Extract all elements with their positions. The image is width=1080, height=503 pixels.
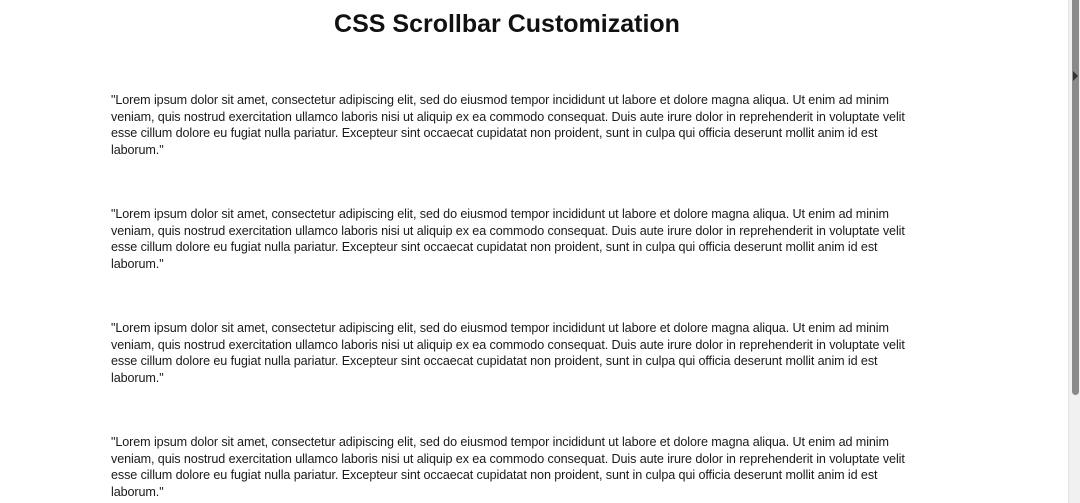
lorem-paragraph-2: "Lorem ipsum dolor sit amet, consectetur…: [111, 207, 905, 271]
lorem-paragraph-3: "Lorem ipsum dolor sit amet, consectetur…: [111, 321, 905, 385]
lorem-paragraph-1: "Lorem ipsum dolor sit amet, consectetur…: [111, 93, 905, 157]
mouse-cursor-icon: [1073, 71, 1078, 81]
scrollbar-thumb[interactable]: [1072, 0, 1079, 395]
page-content: CSS Scrollbar Customization "Lorem ipsum…: [0, 0, 1068, 503]
page-title: CSS Scrollbar Customization: [334, 10, 680, 38]
browser-viewport: CSS Scrollbar Customization "Lorem ipsum…: [0, 0, 1080, 503]
lorem-paragraph-4: "Lorem ipsum dolor sit amet, consectetur…: [111, 435, 905, 499]
